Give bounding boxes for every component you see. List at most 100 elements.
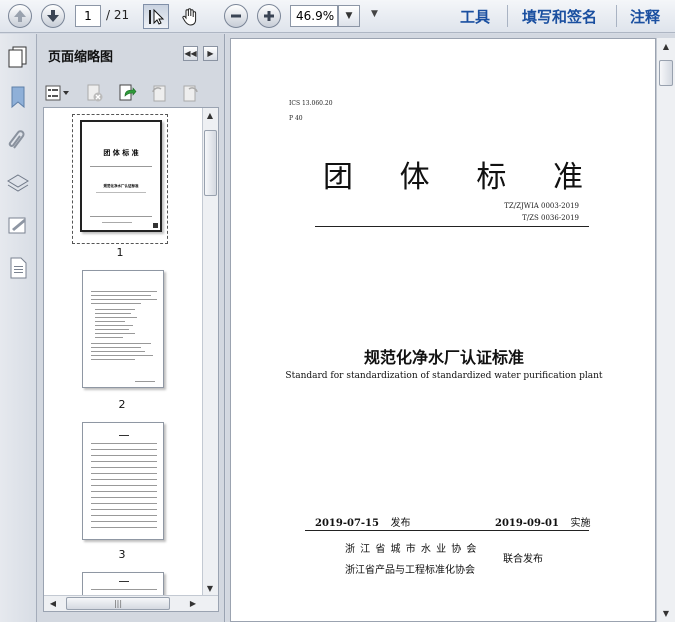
rotate-right-button[interactable] — [181, 83, 201, 103]
ics-code: ICS 13.060.20 — [289, 100, 333, 107]
double-chevron-left-icon: ◀◀ — [184, 49, 197, 58]
thumbnail-page-1[interactable]: 团 体 标 准 规范化净水厂认证标准 — [80, 120, 162, 232]
signatures-button[interactable] — [6, 214, 30, 238]
minus-icon — [231, 14, 241, 18]
thumbnail-line — [95, 325, 133, 326]
comment-link[interactable]: 注释 — [630, 6, 660, 27]
document-heading: 团 体 标 准 — [323, 152, 583, 196]
document-english-title: Standard for standardization of standard… — [285, 371, 603, 381]
scroll-right-arrow-icon[interactable]: ▶ — [186, 599, 200, 608]
arrow-down-icon — [47, 10, 59, 22]
rotate-right-icon — [183, 85, 198, 102]
scroll-up-arrow-icon[interactable]: ▲ — [659, 42, 673, 51]
zoom-out-button[interactable] — [224, 4, 248, 28]
bookmarks-button[interactable] — [6, 85, 30, 109]
chevron-right-icon: ▶ — [207, 49, 214, 58]
layers-button[interactable] — [6, 171, 30, 195]
thumbnail-line — [91, 479, 157, 480]
panel-toolbar — [37, 80, 225, 106]
toolbar-separator — [616, 5, 617, 27]
thumbnail-line — [90, 216, 152, 217]
attachments-button[interactable] — [6, 128, 30, 152]
issuer-1: 浙 江 省 城 市 水 业 协 会 — [345, 544, 478, 555]
thumbnail-line — [91, 443, 157, 444]
next-page-button[interactable] — [41, 4, 65, 28]
scroll-left-arrow-icon[interactable]: ◀ — [46, 599, 60, 608]
extract-page-icon — [119, 84, 137, 101]
rotate-left-icon — [152, 85, 166, 102]
heading-char: 体 — [399, 160, 430, 195]
thumbnail-options-button[interactable] — [45, 83, 69, 103]
thumbnail-line — [90, 166, 152, 167]
bookmark-icon — [11, 86, 25, 109]
content-button[interactable] — [6, 256, 30, 280]
zoom-level-input[interactable]: 46.9% — [290, 5, 338, 27]
document-page: ICS 13.060.20 P 40 团 体 标 准 TZ/ZJWIA 0003… — [230, 38, 656, 622]
heading-char: 准 — [552, 160, 583, 195]
navigation-icon-strip — [0, 34, 37, 622]
scroll-up-arrow-icon[interactable]: ▲ — [203, 111, 217, 120]
thumbnail-page-2[interactable] — [82, 270, 164, 388]
implement-date: 2019-09-01 实施 — [495, 514, 590, 529]
thumbnail-line — [91, 351, 145, 352]
thumbnail-line — [95, 309, 135, 310]
prev-page-button[interactable] — [8, 4, 32, 28]
publish-date-value: 2019-07-15 — [315, 518, 379, 529]
heading-char: 标 — [476, 160, 507, 195]
thumbnail-line — [91, 295, 151, 296]
thumbnail-line — [91, 473, 157, 474]
toolbar-more-button[interactable]: ▼ — [371, 9, 378, 19]
scrollbar-thumb[interactable] — [204, 130, 217, 196]
page-total-label: / 21 — [106, 8, 130, 22]
select-tool-button[interactable] — [143, 4, 169, 29]
document-viewer: ICS 13.060.20 P 40 团 体 标 准 TZ/ZJWIA 0003… — [226, 34, 675, 622]
scrollbar-thumb[interactable] — [659, 60, 673, 86]
thumbnails-list: 团 体 标 准 规范化净水厂认证标准 1 2 3 ▲ ▼ ◀ ||| ▶ — [43, 107, 219, 612]
delete-page-icon — [87, 84, 103, 102]
rotate-left-button[interactable] — [149, 83, 169, 103]
panel-options-button[interactable]: ▶ — [203, 46, 218, 61]
thumbnail-corner-mark — [153, 223, 158, 228]
hand-icon — [182, 8, 197, 26]
delete-page-button[interactable] — [85, 83, 105, 103]
joint-release-label: 联合发布 — [503, 554, 543, 565]
page-number-input[interactable]: 1 — [75, 5, 101, 27]
fill-sign-link[interactable]: 填写和签名 — [522, 6, 597, 27]
implement-date-value: 2019-09-01 — [495, 518, 559, 529]
thumbnails-vertical-scrollbar[interactable]: ▲ ▼ — [202, 108, 218, 596]
thumbnail-line — [95, 337, 123, 338]
thumbnail-line — [95, 329, 129, 330]
standard-number-1: TZ/ZJWIA 0003-2019 — [504, 202, 579, 210]
thumbnail-label-2: 2 — [118, 398, 126, 411]
thumbnail-page-3[interactable] — [82, 422, 164, 540]
document-vertical-scrollbar[interactable]: ▲ ▼ — [656, 38, 675, 622]
publish-date: 2019-07-15 发布 — [315, 514, 410, 529]
hand-tool-button[interactable] — [176, 4, 202, 29]
zoom-in-button[interactable] — [257, 4, 281, 28]
thumbnail-line — [96, 192, 146, 193]
thumbnail-subtitle: 规范化净水厂认证标准 — [103, 184, 139, 188]
thumbnail-line — [95, 333, 135, 334]
thumbnail-line — [91, 359, 135, 360]
thumbnail-line — [91, 347, 141, 348]
thumbnail-line — [91, 527, 157, 528]
thumbnails-horizontal-scrollbar[interactable]: ◀ ||| ▶ — [44, 595, 218, 611]
paperclip-icon — [8, 130, 25, 149]
thumbnail-line — [119, 435, 129, 436]
zoom-dropdown-button[interactable]: ▼ — [338, 5, 360, 27]
scroll-down-arrow-icon[interactable]: ▼ — [203, 584, 217, 593]
thumbnail-line — [91, 503, 157, 504]
extract-page-button[interactable] — [117, 83, 137, 103]
thumbnail-line — [91, 491, 157, 492]
scrollbar-thumb[interactable]: ||| — [66, 597, 170, 610]
scroll-down-arrow-icon[interactable]: ▼ — [659, 609, 673, 618]
collapse-panel-button[interactable]: ◀◀ — [183, 46, 198, 61]
thumbnail-line — [91, 485, 157, 486]
page-thumbnails-button[interactable] — [6, 44, 30, 68]
thumbnail-line — [119, 581, 129, 582]
thumbnail-line — [91, 461, 157, 462]
thumbnail-line — [91, 521, 157, 522]
thumbnail-line — [91, 497, 157, 498]
tools-link[interactable]: 工具 — [460, 6, 490, 27]
heading-char: 团 — [323, 160, 353, 195]
